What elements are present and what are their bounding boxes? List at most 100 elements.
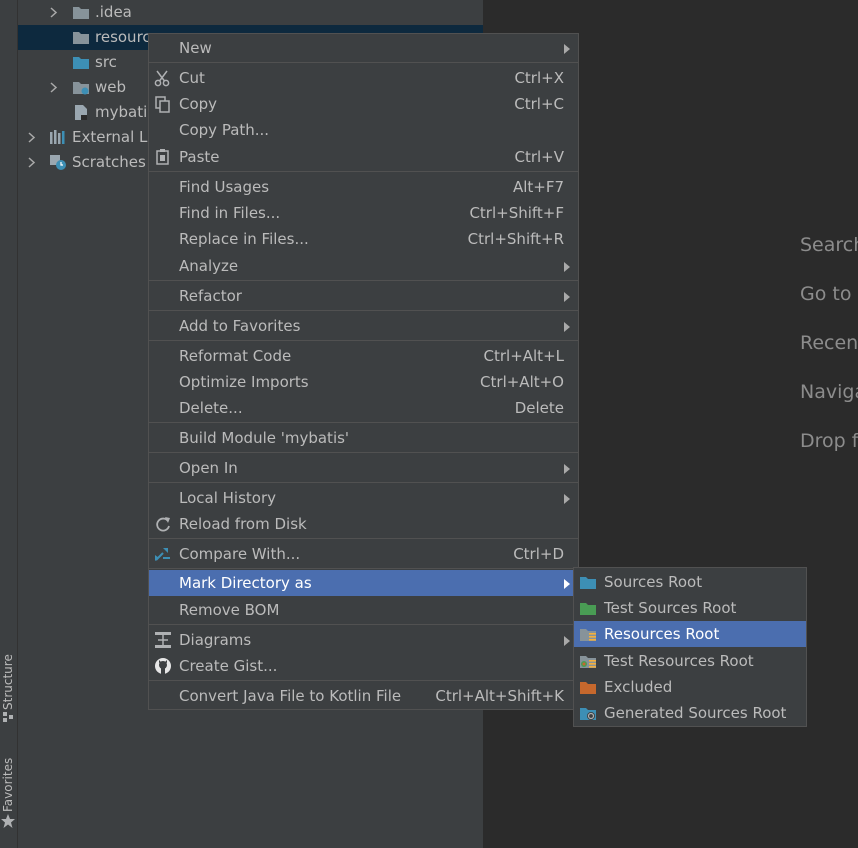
project-context-menu: New Cut Ctrl+X Copy Ctrl+C Copy Path... … bbox=[148, 33, 579, 710]
expand-arrow-icon[interactable] bbox=[50, 0, 62, 25]
menu-label: Paste bbox=[179, 148, 220, 166]
expand-arrow-icon[interactable] bbox=[28, 150, 40, 175]
scissors-icon bbox=[154, 70, 170, 87]
favorites-tab-label: Favorites bbox=[1, 757, 15, 812]
menu-label: Local History bbox=[179, 489, 277, 507]
submenu-arrow-icon bbox=[564, 636, 570, 646]
submenu-item-excluded[interactable]: Excluded bbox=[574, 674, 806, 700]
menu-label: Add to Favorites bbox=[179, 317, 301, 335]
menu-separator bbox=[149, 568, 578, 569]
menu-item-compare-with[interactable]: Compare With... Ctrl+D bbox=[149, 541, 578, 567]
menu-item-analyze[interactable]: Analyze bbox=[149, 253, 578, 279]
scratches-icon bbox=[50, 155, 66, 170]
menu-separator bbox=[149, 452, 578, 453]
tree-row-idea[interactable]: .idea bbox=[18, 0, 483, 25]
copy-icon bbox=[155, 96, 170, 113]
submenu-item-resources-root[interactable]: Resources Root bbox=[574, 621, 806, 647]
folder-icon bbox=[73, 32, 89, 44]
module-file-icon bbox=[75, 105, 87, 120]
menu-shortcut: Delete bbox=[514, 399, 564, 417]
tree-label: External Li bbox=[72, 128, 152, 146]
menu-label: Test Sources Root bbox=[604, 599, 737, 617]
editor-hint-drop-files: Drop f bbox=[800, 430, 858, 452]
menu-item-paste[interactable]: Paste Ctrl+V bbox=[149, 144, 578, 170]
menu-item-reformat-code[interactable]: Reformat Code Ctrl+Alt+L bbox=[149, 343, 578, 369]
tree-label: web bbox=[95, 78, 127, 96]
menu-shortcut: Ctrl+Shift+F bbox=[469, 204, 564, 222]
menu-item-find-usages[interactable]: Find Usages Alt+F7 bbox=[149, 174, 578, 200]
clipboard-icon bbox=[156, 149, 169, 165]
menu-item-diagrams[interactable]: Diagrams bbox=[149, 627, 578, 653]
submenu-item-test-resources-root[interactable]: Test Resources Root bbox=[574, 648, 806, 674]
menu-shortcut: Ctrl+X bbox=[514, 69, 564, 87]
menu-label: Compare With... bbox=[179, 545, 301, 563]
menu-item-find-in-files[interactable]: Find in Files... Ctrl+Shift+F bbox=[149, 200, 578, 226]
menu-separator bbox=[149, 310, 578, 311]
mark-directory-submenu: Sources Root Test Sources Root Resources… bbox=[573, 567, 807, 727]
tree-label: resourc bbox=[95, 28, 151, 46]
menu-label: Resources Root bbox=[604, 625, 720, 643]
menu-separator bbox=[149, 624, 578, 625]
menu-item-replace-in-files[interactable]: Replace in Files... Ctrl+Shift+R bbox=[149, 226, 578, 252]
menu-label: Excluded bbox=[604, 678, 673, 696]
menu-label: Sources Root bbox=[604, 573, 703, 591]
menu-label: New bbox=[179, 39, 212, 57]
menu-item-remove-bom[interactable]: Remove BOM bbox=[149, 597, 578, 623]
menu-item-reload-from-disk[interactable]: Reload from Disk bbox=[149, 511, 578, 537]
tool-window-strip: Structure Favorites bbox=[0, 0, 18, 848]
menu-separator bbox=[149, 680, 578, 681]
expand-arrow-icon[interactable] bbox=[50, 75, 62, 100]
menu-label: Remove BOM bbox=[179, 601, 280, 619]
favorites-tool-tab[interactable]: Favorites bbox=[0, 752, 17, 834]
menu-item-build-module[interactable]: Build Module 'mybatis' bbox=[149, 425, 578, 451]
tree-label: src bbox=[95, 53, 117, 71]
submenu-item-test-sources-root[interactable]: Test Sources Root bbox=[574, 595, 806, 621]
menu-item-add-to-favorites[interactable]: Add to Favorites bbox=[149, 313, 578, 339]
menu-separator bbox=[149, 422, 578, 423]
editor-hint-goto: Go to bbox=[800, 283, 852, 305]
menu-item-copy-path[interactable]: Copy Path... bbox=[149, 117, 578, 143]
menu-shortcut: Ctrl+C bbox=[514, 95, 564, 113]
structure-tool-tab[interactable]: Structure bbox=[0, 648, 17, 728]
menu-item-delete[interactable]: Delete... Delete bbox=[149, 395, 578, 421]
menu-item-mark-directory-as[interactable]: Mark Directory as bbox=[149, 570, 578, 596]
submenu-arrow-icon bbox=[564, 322, 570, 332]
menu-item-refactor[interactable]: Refactor bbox=[149, 283, 578, 309]
expand-arrow-icon[interactable] bbox=[28, 125, 40, 150]
menu-item-new[interactable]: New bbox=[149, 35, 578, 61]
diagram-icon bbox=[155, 632, 171, 648]
submenu-arrow-icon bbox=[564, 44, 570, 54]
submenu-item-generated-sources-root[interactable]: Generated Sources Root bbox=[574, 700, 806, 726]
web-folder-icon bbox=[73, 82, 89, 95]
menu-shortcut: Ctrl+Alt+Shift+K bbox=[435, 687, 564, 705]
menu-item-cut[interactable]: Cut Ctrl+X bbox=[149, 65, 578, 91]
folder-icon bbox=[73, 7, 89, 19]
compare-icon bbox=[155, 548, 170, 561]
menu-label: Test Resources Root bbox=[604, 652, 754, 670]
editor-hint-search: Search bbox=[800, 234, 858, 256]
editor-hint-navigation: Naviga bbox=[800, 381, 858, 403]
menu-label: Reload from Disk bbox=[179, 515, 307, 533]
menu-label: Cut bbox=[179, 69, 205, 87]
menu-item-open-in[interactable]: Open In bbox=[149, 455, 578, 481]
menu-shortcut: Ctrl+V bbox=[514, 148, 564, 166]
tree-label: Scratches a bbox=[72, 153, 160, 171]
menu-shortcut: Ctrl+Shift+R bbox=[467, 230, 564, 248]
source-folder-icon bbox=[73, 57, 89, 69]
library-icon bbox=[50, 130, 65, 144]
menu-shortcut: Ctrl+Alt+O bbox=[480, 373, 564, 391]
menu-item-optimize-imports[interactable]: Optimize Imports Ctrl+Alt+O bbox=[149, 369, 578, 395]
menu-label: Convert Java File to Kotlin File bbox=[179, 687, 402, 705]
menu-item-create-gist[interactable]: Create Gist... bbox=[149, 653, 578, 679]
menu-item-copy[interactable]: Copy Ctrl+C bbox=[149, 91, 578, 117]
editor-hint-recent: Recent bbox=[800, 332, 858, 354]
menu-item-convert-java-to-kotlin[interactable]: Convert Java File to Kotlin File Ctrl+Al… bbox=[149, 683, 578, 709]
menu-label: Reformat Code bbox=[179, 347, 292, 365]
menu-separator bbox=[149, 340, 578, 341]
menu-label: Delete... bbox=[179, 399, 243, 417]
menu-item-local-history[interactable]: Local History bbox=[149, 485, 578, 511]
tree-label: mybatis bbox=[95, 103, 156, 121]
submenu-item-sources-root[interactable]: Sources Root bbox=[574, 569, 806, 595]
menu-separator bbox=[149, 482, 578, 483]
test-sources-root-icon bbox=[580, 603, 596, 615]
